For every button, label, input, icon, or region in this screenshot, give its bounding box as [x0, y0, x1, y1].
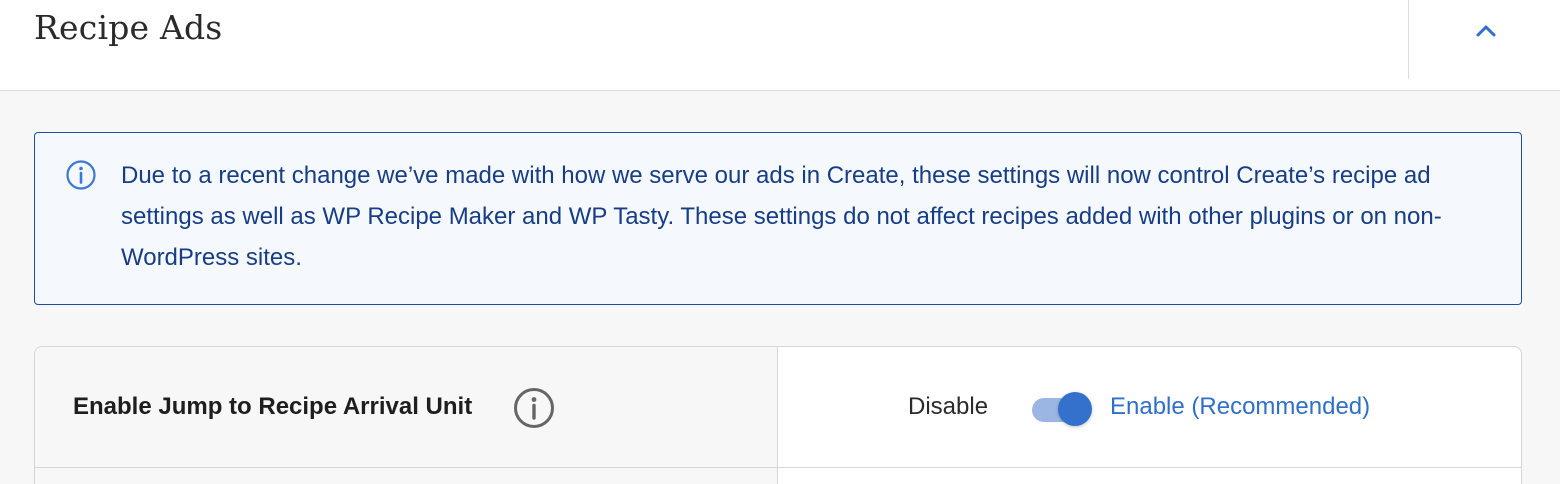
disable-option-label[interactable]: Disable — [908, 393, 988, 421]
setting-label: Enable Jump to Recipe Arrival Unit — [73, 393, 473, 420]
notice-text: Due to a recent change we’ve made with h… — [121, 162, 1442, 271]
section-header: Recipe Ads — [0, 0, 1560, 91]
setting-row-jump-to-recipe: Enable Jump to Recipe Arrival Unit Disab… — [35, 347, 1521, 468]
enable-option-label[interactable]: Enable (Recommended) — [1110, 393, 1370, 421]
chevron-up-icon — [1476, 25, 1496, 37]
info-notice: Due to a recent change we’ve made with h… — [34, 132, 1522, 305]
toggle-knob — [1058, 392, 1092, 426]
info-icon — [66, 160, 96, 190]
header-divider — [1408, 0, 1409, 79]
info-icon[interactable] — [513, 387, 555, 429]
section-title: Recipe Ads — [34, 8, 223, 47]
enable-toggle[interactable] — [1030, 391, 1096, 427]
settings-table: Enable Jump to Recipe Arrival Unit Disab… — [34, 346, 1522, 484]
collapse-button[interactable] — [1460, 10, 1512, 50]
